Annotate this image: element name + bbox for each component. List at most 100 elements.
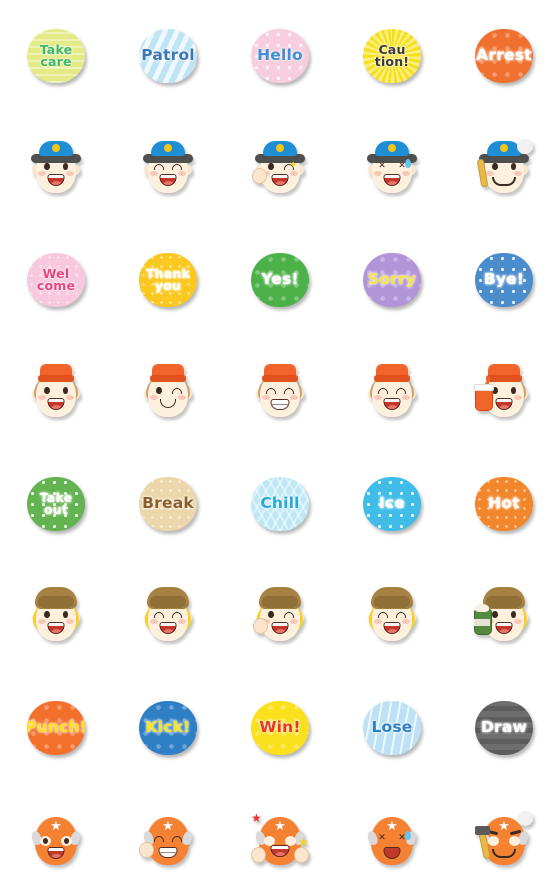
sticker-cell[interactable]: Thank you — [112, 224, 224, 336]
speech-bubble[interactable]: Draw — [475, 701, 533, 755]
closed-eye-right — [172, 612, 182, 618]
cap-band — [150, 375, 186, 382]
speech-bubble[interactable]: Kick! — [139, 701, 197, 755]
teeth — [48, 623, 64, 626]
sticker-cell[interactable]: ★ — [112, 784, 224, 896]
sticker-cell[interactable]: Bye! — [448, 224, 560, 336]
eye-left — [268, 611, 274, 618]
lucha-cheer[interactable]: ★ ★ ★ — [249, 809, 311, 871]
barista-wink[interactable] — [249, 585, 311, 647]
bubble-label: Arrest — [476, 46, 532, 65]
teeth — [271, 846, 289, 849]
speech-bubble[interactable]: Break — [139, 477, 197, 531]
sticker-cell[interactable]: Win! — [224, 672, 336, 784]
sticker-cell[interactable] — [336, 336, 448, 448]
crew-laugh[interactable] — [361, 361, 423, 423]
lucha-angry[interactable]: ★ — [473, 809, 535, 871]
sticker-cell[interactable]: Kick! — [112, 672, 224, 784]
speech-bubble[interactable]: Yes! — [251, 253, 309, 307]
sticker-cell[interactable]: ★ ✕ ✕ — [336, 784, 448, 896]
speech-bubble[interactable]: Punch! — [27, 701, 85, 755]
bubble-label: Win! — [259, 718, 301, 737]
mask-eye-left — [488, 836, 499, 846]
sticker-cell[interactable]: Yes! — [224, 224, 336, 336]
sticker-cell[interactable] — [0, 112, 112, 224]
sticker-cell[interactable] — [224, 560, 336, 672]
sticker-cell[interactable] — [448, 336, 560, 448]
closed-eye-left — [154, 836, 164, 842]
sticker-cell[interactable]: ★ — [0, 784, 112, 896]
speech-bubble[interactable]: Arrest — [475, 29, 533, 83]
sticker-cell[interactable] — [448, 112, 560, 224]
barista-laugh[interactable] — [137, 585, 199, 647]
sticker-cell[interactable] — [0, 336, 112, 448]
sticker-cell[interactable] — [112, 112, 224, 224]
sticker-cell[interactable]: ✕ ✕ — [336, 112, 448, 224]
sticker-cell[interactable]: Draw — [448, 672, 560, 784]
sticker-cell[interactable]: Patrol — [112, 0, 224, 112]
speech-bubble[interactable]: Wel come — [27, 253, 85, 307]
crew-soda[interactable] — [473, 361, 535, 423]
police-smile[interactable] — [25, 137, 87, 199]
barista-beret — [35, 587, 77, 609]
fist-right — [294, 847, 309, 863]
speech-bubble[interactable]: Sorry — [363, 253, 421, 307]
cup-sleeve — [474, 619, 490, 626]
saluting-hand — [252, 168, 267, 184]
lucha-smile[interactable]: ★ — [25, 809, 87, 871]
speech-bubble[interactable]: Chill — [251, 477, 309, 531]
police-cap — [143, 141, 193, 163]
crew-smile[interactable] — [25, 361, 87, 423]
speech-bubble[interactable]: Take out — [27, 477, 85, 531]
barista-beret — [371, 587, 413, 609]
sticker-cell[interactable] — [112, 336, 224, 448]
lucha-peace[interactable]: ★ — [137, 809, 199, 871]
sticker-cell[interactable]: Arrest — [448, 0, 560, 112]
speech-bubble[interactable]: Bye! — [475, 253, 533, 307]
lucha-ko[interactable]: ★ ✕ ✕ — [361, 809, 423, 871]
barista-smile[interactable] — [25, 585, 87, 647]
crew-wink[interactable] — [137, 361, 199, 423]
crew-grin[interactable] — [249, 361, 311, 423]
sticker-cell[interactable]: Cau tion! — [336, 0, 448, 112]
sticker-cell[interactable]: Chill — [224, 448, 336, 560]
sticker-cell[interactable] — [0, 560, 112, 672]
speech-bubble[interactable]: Take care — [27, 29, 85, 83]
sticker-cell[interactable] — [336, 560, 448, 672]
sticker-cell[interactable]: Punch! — [0, 672, 112, 784]
speech-bubble[interactable]: Patrol — [139, 29, 197, 83]
barista-coffee[interactable] — [473, 585, 535, 647]
eye-left — [492, 163, 498, 170]
speech-bubble[interactable]: Hot — [475, 477, 533, 531]
sticker-cell[interactable]: Take out — [0, 448, 112, 560]
speech-bubble[interactable]: Ice — [363, 477, 421, 531]
sticker-cell[interactable]: ★ ★ ★ — [224, 784, 336, 896]
teeth — [496, 623, 512, 626]
sticker-cell[interactable] — [448, 560, 560, 672]
police-distress[interactable]: ✕ ✕ — [361, 137, 423, 199]
speech-bubble[interactable]: Cau tion! — [363, 29, 421, 83]
cheek-right — [66, 395, 74, 400]
sticker-cell[interactable]: Ice — [336, 448, 448, 560]
speech-bubble[interactable]: Thank you — [139, 253, 197, 307]
sticker-cell[interactable]: Break — [112, 448, 224, 560]
sticker-cell[interactable]: Wel come — [0, 224, 112, 336]
sticker-cell[interactable] — [112, 560, 224, 672]
cap-band — [374, 375, 410, 382]
sticker-cell[interactable]: Hot — [448, 448, 560, 560]
sticker-cell[interactable]: ★ — [448, 784, 560, 896]
sticker-cell[interactable]: Lose — [336, 672, 448, 784]
speech-bubble[interactable]: Lose — [363, 701, 421, 755]
speech-bubble[interactable]: Win! — [251, 701, 309, 755]
police-stern[interactable] — [473, 137, 535, 199]
sticker-cell[interactable] — [224, 336, 336, 448]
cheek-right — [66, 619, 74, 624]
sticker-cell[interactable]: Hello — [224, 0, 336, 112]
police-laugh[interactable] — [137, 137, 199, 199]
sticker-cell[interactable]: Sorry — [336, 224, 448, 336]
speech-bubble[interactable]: Hello — [251, 29, 309, 83]
barista-happy[interactable] — [361, 585, 423, 647]
sticker-cell[interactable]: ✦ — [224, 112, 336, 224]
police-salute[interactable]: ✦ — [249, 137, 311, 199]
sticker-cell[interactable]: Take care — [0, 0, 112, 112]
